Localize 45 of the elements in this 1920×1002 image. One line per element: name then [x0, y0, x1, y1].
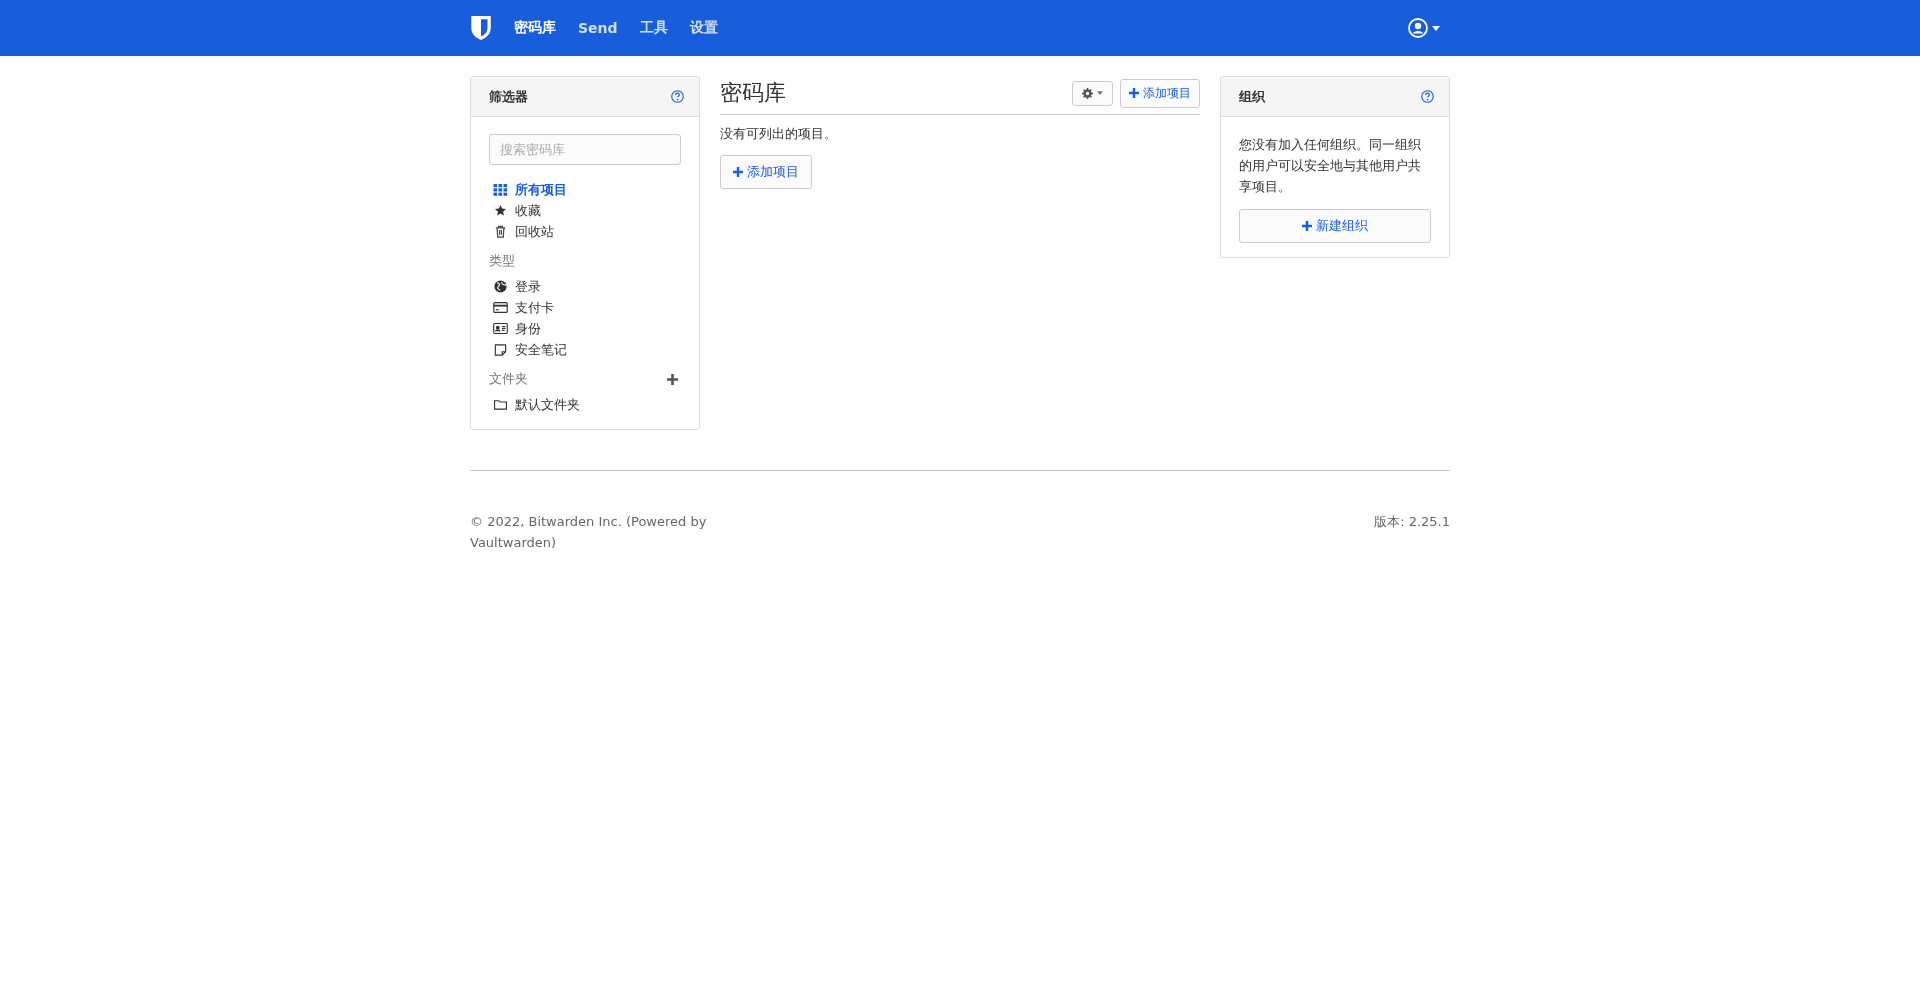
filter-item[interactable]: 身份: [493, 318, 681, 339]
nav-link[interactable]: Send: [578, 20, 618, 36]
filter-item[interactable]: 默认文件夹: [493, 394, 681, 415]
panel-title: 组织: [1239, 87, 1265, 106]
caret-icon[interactable]: [1432, 25, 1440, 31]
note-icon: [493, 343, 508, 356]
add-folder-icon[interactable]: [667, 373, 678, 385]
search-field[interactable]: 搜索密码库: [489, 134, 681, 165]
section-heading: 文件夹: [489, 370, 528, 388]
copyright-text: © 2022, Bitwarden Inc. (Powered by Vaultwarden): [470, 513, 708, 552]
version-text: 版本: 2.25.1: [1374, 513, 1450, 531]
add-item-button[interactable]: 添加项目: [1120, 78, 1200, 108]
section-heading: 类型: [489, 252, 515, 270]
filter-item[interactable]: 登录: [493, 276, 681, 297]
panel-title: 筛选器: [489, 87, 528, 106]
help-icon[interactable]: [671, 90, 684, 103]
star-icon: [493, 204, 508, 217]
nav-link[interactable]: 设置: [689, 19, 718, 37]
nav-link[interactable]: 工具: [639, 19, 668, 37]
organizations-message: 您没有加入任何组织。同一组织的用户可以安全地与其他用户共享项目。: [1239, 136, 1422, 196]
trash-icon: [493, 225, 508, 238]
globe-icon: [493, 280, 508, 293]
new-organization-button[interactable]: 新建组织: [1239, 209, 1431, 243]
filter-item[interactable]: 支付卡: [493, 297, 681, 318]
filter-item[interactable]: 回收站: [493, 221, 681, 242]
filter-item[interactable]: 安全笔记: [493, 339, 681, 360]
caret-icon: [1097, 91, 1103, 95]
plus-icon: [733, 167, 743, 177]
plus-icon: [1302, 221, 1312, 231]
credit-card-icon: [493, 302, 508, 313]
page-title: 密码库: [720, 79, 787, 107]
gear-icon: [1082, 87, 1093, 99]
shield-logo-icon[interactable]: [470, 15, 492, 41]
folder-icon: [493, 399, 508, 410]
filter-item[interactable]: 收藏: [493, 200, 681, 221]
grid-icon: [493, 183, 508, 196]
help-icon[interactable]: [1421, 90, 1434, 103]
filter-item[interactable]: 所有项目: [493, 179, 681, 200]
account-icon[interactable]: [1408, 18, 1428, 38]
empty-message: 没有可列出的项目。: [720, 125, 838, 143]
id-card-icon: [493, 323, 508, 334]
add-item-button[interactable]: 添加项目: [720, 155, 812, 189]
nav-link[interactable]: 密码库: [514, 19, 556, 37]
settings-dropdown-button[interactable]: [1072, 80, 1113, 106]
plus-icon: [1129, 88, 1139, 98]
